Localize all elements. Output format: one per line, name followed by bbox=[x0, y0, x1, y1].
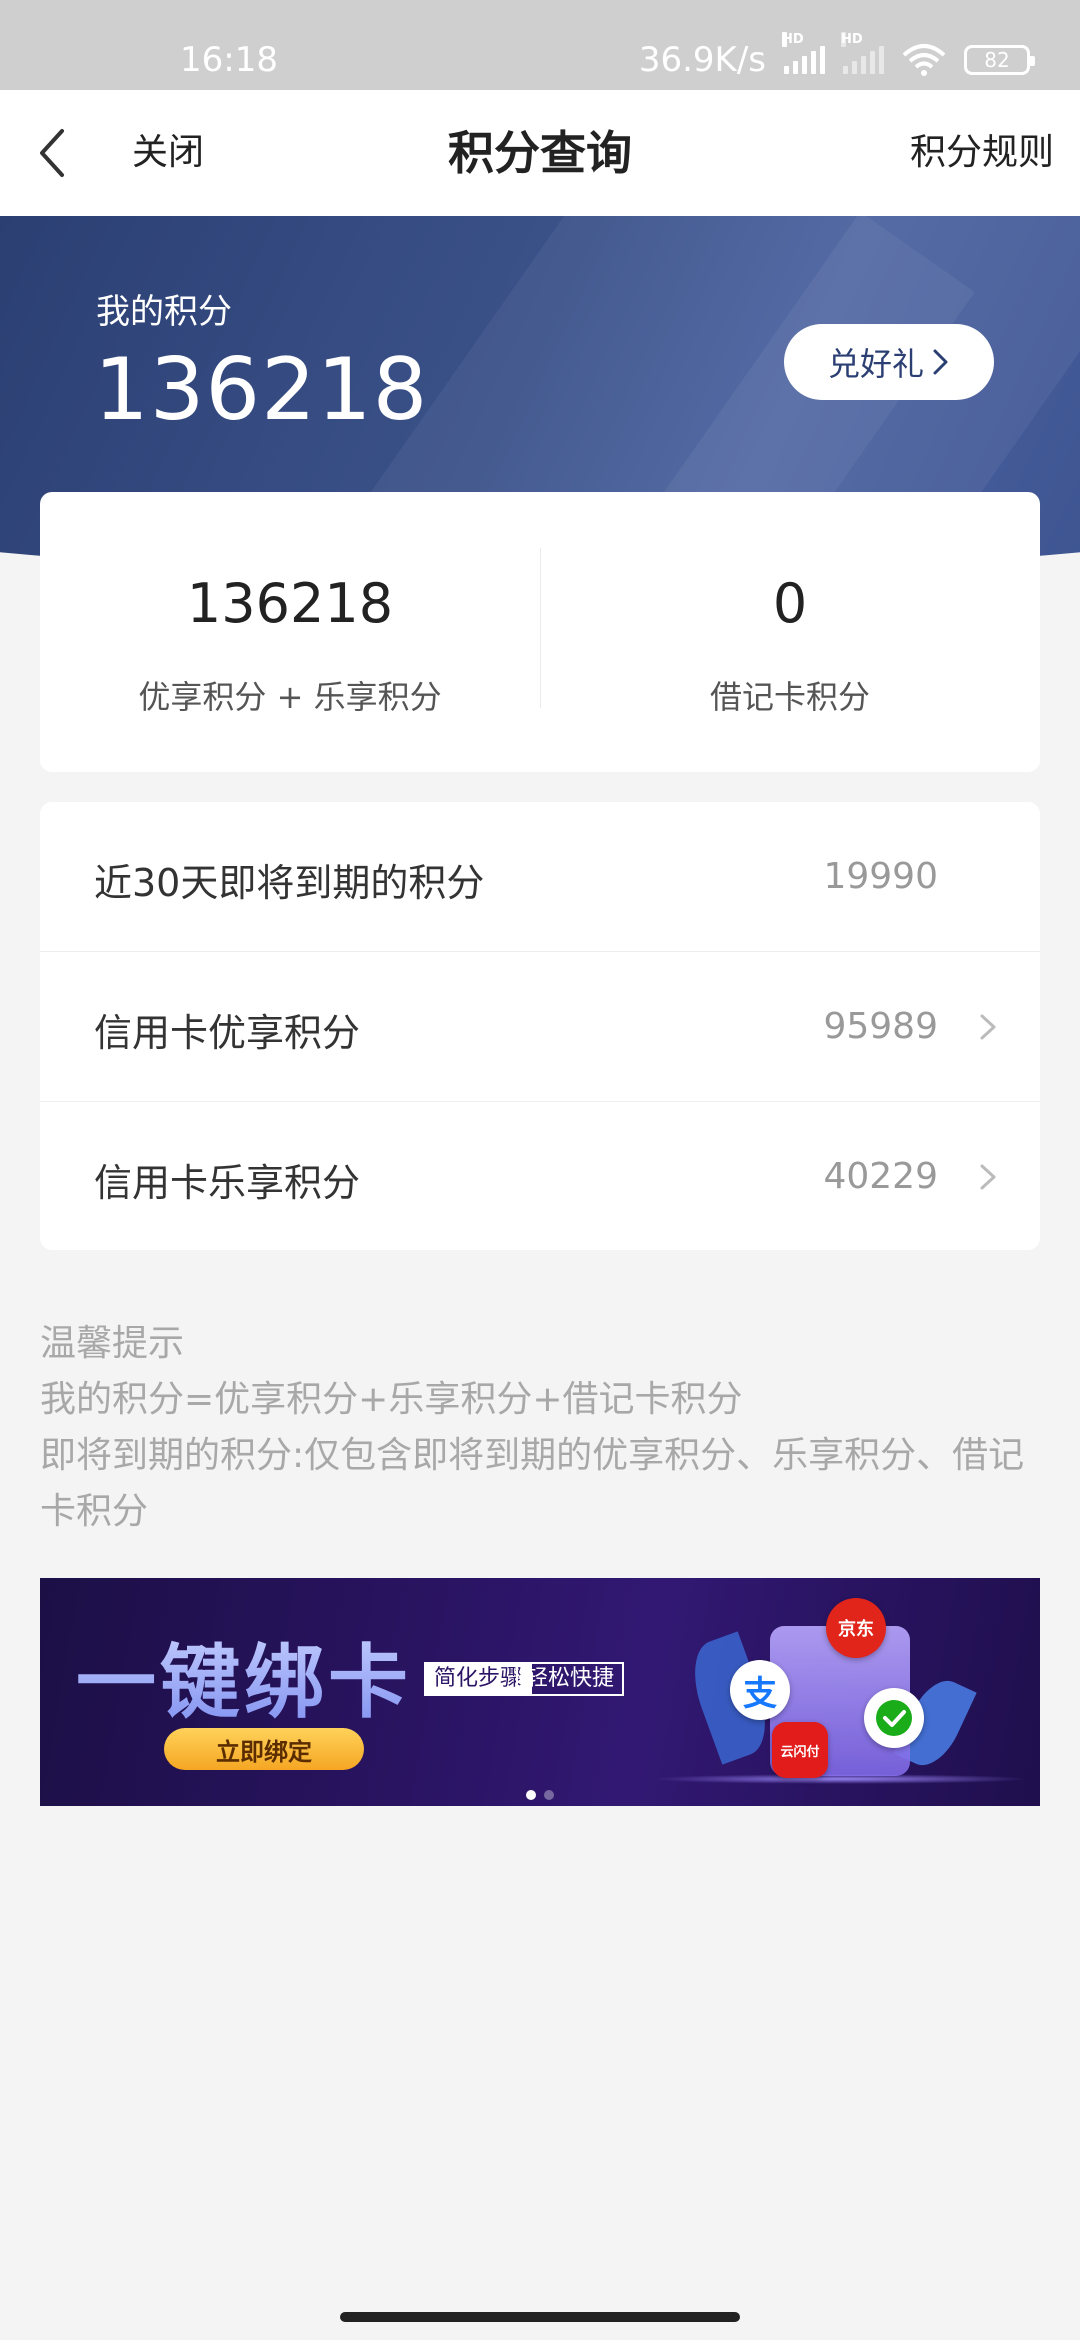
points-summary-card: 136218 优享积分 + 乐享积分 0 借记卡积分 bbox=[40, 492, 1040, 772]
tips-line-1: 我的积分=优享积分+乐享积分+借记卡积分 bbox=[40, 1379, 743, 1420]
home-indicator[interactable] bbox=[340, 2312, 740, 2322]
list-item-label: 近30天即将到期的积分 bbox=[94, 861, 485, 905]
signal-2-icon: HD bbox=[841, 32, 884, 74]
credit-enjoy-points-row[interactable]: 信用卡乐享积分 40229 bbox=[40, 1102, 1040, 1250]
redeem-gift-button[interactable]: 兑好礼 bbox=[784, 324, 994, 400]
unionpay-icon: 云闪付 bbox=[772, 1722, 828, 1778]
banner-title: 一键绑卡 bbox=[76, 1618, 412, 1734]
credit-premium-points-row[interactable]: 信用卡优享积分 95989 bbox=[40, 952, 1040, 1102]
signal-icon: HD bbox=[782, 32, 825, 74]
nav-bar: 积分查询 关闭 积分规则 bbox=[0, 90, 1080, 216]
list-item-label: 信用卡优享积分 bbox=[94, 1011, 361, 1055]
chevron-right-icon bbox=[980, 1164, 996, 1190]
list-item-value: 95989 bbox=[823, 1006, 938, 1047]
list-item-label: 信用卡乐享积分 bbox=[94, 1161, 361, 1205]
my-points-label: 我的积分 bbox=[96, 292, 232, 332]
list-item-value: 40229 bbox=[823, 1156, 938, 1197]
wifi-icon bbox=[902, 44, 946, 76]
expiring-points-row: 近30天即将到期的积分 19990 bbox=[40, 802, 1040, 952]
network-speed: 36.9K/s bbox=[638, 40, 766, 80]
close-button[interactable]: 关闭 bbox=[132, 120, 204, 186]
banner-tag-fast: 轻松快捷 bbox=[516, 1662, 625, 1696]
battery-icon: 82 bbox=[964, 45, 1035, 75]
points-rules-link[interactable]: 积分规则 bbox=[910, 120, 1054, 186]
bind-now-button[interactable]: 立即绑定 bbox=[164, 1728, 364, 1770]
debit-points-value: 0 bbox=[772, 572, 808, 635]
tips-line-2: 即将到期的积分:仅包含即将到期的优享积分、乐享积分、借记卡积分 bbox=[40, 1435, 1025, 1532]
debit-points-summary: 0 借记卡积分 bbox=[540, 492, 1040, 772]
alipay-icon: 支 bbox=[730, 1660, 790, 1720]
chevron-right-icon bbox=[933, 349, 948, 375]
carousel-indicator bbox=[526, 1790, 554, 1800]
wechat-pay-icon bbox=[864, 1688, 924, 1748]
glow-decoration bbox=[650, 1774, 1030, 1784]
bind-card-banner[interactable]: 一键绑卡 简化步骤 轻松快捷 立即绑定 京东 支 云闪付 bbox=[40, 1578, 1040, 1806]
jd-icon: 京东 bbox=[826, 1598, 886, 1658]
tips-title: 温馨提示 bbox=[40, 1323, 185, 1364]
list-item-value: 19990 bbox=[823, 856, 938, 897]
debit-points-label: 借记卡积分 bbox=[709, 678, 870, 716]
my-points-value: 136218 bbox=[94, 340, 429, 440]
tips-section: 温馨提示 我的积分=优享积分+乐享积分+借记卡积分 即将到期的积分:仅包含即将到… bbox=[40, 1316, 1050, 1540]
status-time: 16:18 bbox=[180, 40, 278, 80]
points-detail-list: 近30天即将到期的积分 19990 信用卡优享积分 95989 信用卡乐享积分 … bbox=[40, 802, 1040, 1250]
chevron-right-icon bbox=[980, 1014, 996, 1040]
carousel-dot-active bbox=[526, 1790, 536, 1800]
redeem-gift-label: 兑好礼 bbox=[827, 345, 924, 383]
credit-points-label: 优享积分 + 乐享积分 bbox=[138, 678, 442, 716]
battery-level: 82 bbox=[984, 48, 1010, 72]
credit-points-summary: 136218 优享积分 + 乐享积分 bbox=[40, 492, 540, 772]
status-icons: 36.9K/s HD HD 82 bbox=[638, 32, 1035, 80]
status-bar: 16:18 36.9K/s HD HD 82 bbox=[0, 0, 1080, 90]
carousel-dot bbox=[544, 1790, 554, 1800]
credit-points-value: 136218 bbox=[186, 572, 394, 635]
